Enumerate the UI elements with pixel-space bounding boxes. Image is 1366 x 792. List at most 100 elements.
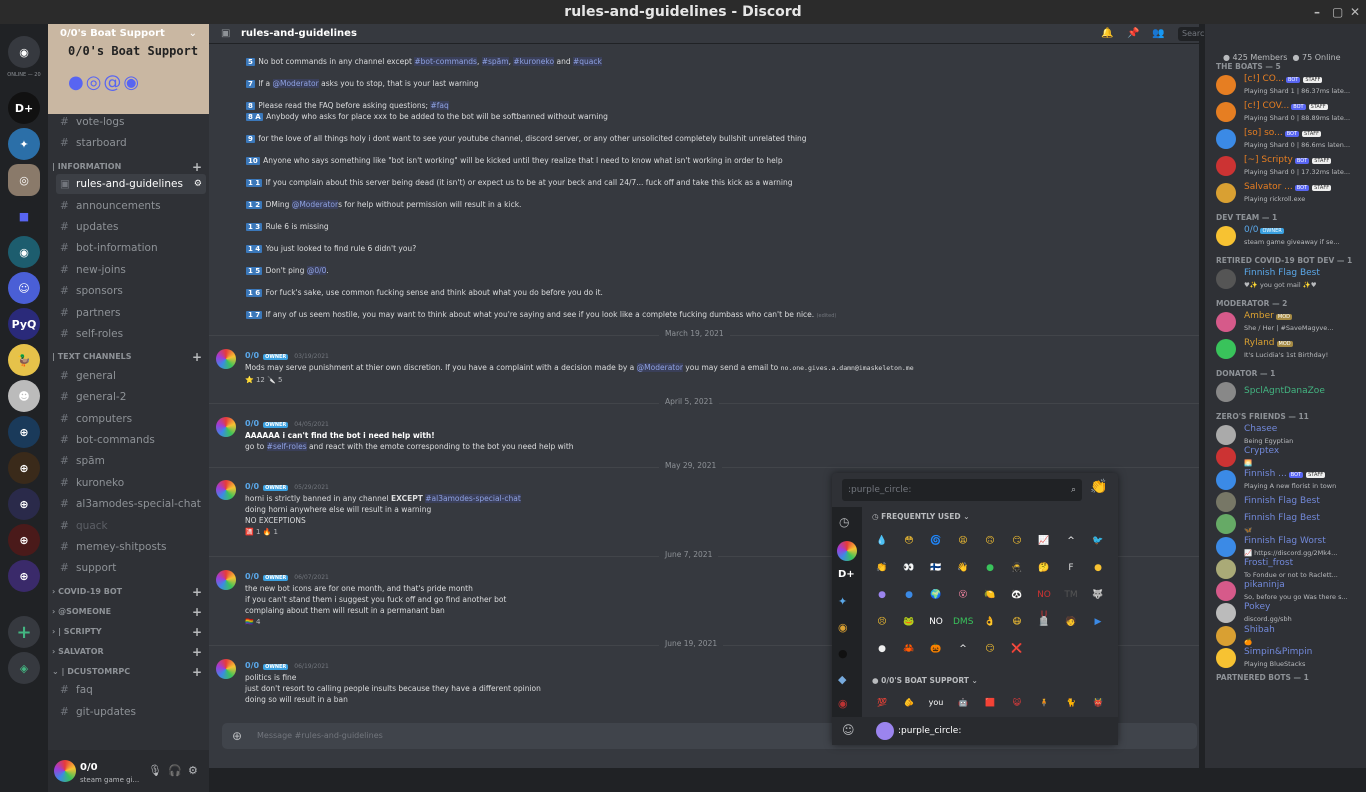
add-server-icon[interactable]: + <box>8 616 40 648</box>
server-emoji-icon-red[interactable]: ◉ <box>838 697 848 710</box>
emoji-button[interactable]: 🌀 <box>926 531 946 551</box>
server-icon-duck[interactable]: 🦆 <box>8 344 40 376</box>
server-icon-group-1[interactable]: ⊕ <box>8 416 40 448</box>
server-emoji-button[interactable]: 🤖 <box>953 693 973 713</box>
emoji-button[interactable]: 😣 <box>872 612 892 632</box>
add-attachment-icon[interactable]: ⊕ <box>232 723 242 749</box>
emoji-button[interactable]: 🌍 <box>926 585 946 605</box>
emoji-button[interactable]: ● <box>872 585 892 605</box>
member-item[interactable]: [~] Scripty BOT STAFF Playing Shard 0 | 17.… <box>1216 153 1364 179</box>
avatar[interactable] <box>216 570 236 590</box>
channel-general[interactable]: # general <box>56 366 206 386</box>
deafen-icon[interactable]: 🎧 <box>168 764 182 777</box>
server-emoji-icon-globe[interactable]: ✦ <box>838 595 847 608</box>
message-author[interactable]: 0/0 OWNER 05/29/2021 <box>245 482 329 491</box>
members-icon[interactable]: 👥 <box>1152 24 1164 44</box>
chevron-down-icon[interactable]: ⌄ <box>189 28 197 39</box>
maximize-icon[interactable]: ▢ <box>1332 0 1343 24</box>
channel-general-2[interactable]: # general-2 <box>56 387 206 407</box>
emoji-button[interactable]: ● <box>980 558 1000 578</box>
emoji-button[interactable]: ❌ <box>1007 639 1027 659</box>
member-item[interactable]: [c!] CO... BOT STAFF Playing Shard 1 | 86.3… <box>1216 72 1364 98</box>
emoji-button[interactable]: ^ <box>1061 531 1081 551</box>
channel-bot-commands[interactable]: # bot-commands <box>56 430 206 450</box>
emoji-button[interactable]: 🪦 <box>1034 612 1054 632</box>
avatar[interactable] <box>216 349 236 369</box>
message-author[interactable]: 0/0 OWNER 03/19/2021 <box>245 351 329 360</box>
emoji-button[interactable]: 🙃 <box>980 531 1000 551</box>
emoji-search-input[interactable]: :purple_circle: ⌕ <box>842 479 1082 501</box>
server-icon-group-5[interactable]: ⊕ <box>8 560 40 592</box>
category-someone[interactable]: › @SOMEONE + <box>52 605 202 619</box>
avatar[interactable] <box>216 480 236 500</box>
explore-icon[interactable]: ◈ <box>8 652 40 684</box>
emoji-button[interactable]: 📈 <box>1034 531 1054 551</box>
member-item[interactable]: Simpin&Pimpin Playing BlueStacks <box>1216 645 1364 671</box>
channel-spam[interactable]: # spām <box>56 451 206 471</box>
add-channel-icon[interactable]: + <box>192 605 202 619</box>
server-emoji-button[interactable]: you tried <box>926 693 946 727</box>
server-emoji-button[interactable]: 🐈 <box>1061 693 1081 713</box>
folder-icon[interactable]: ■ <box>8 200 40 232</box>
server-emoji-icon[interactable] <box>837 541 857 561</box>
server-emoji-header[interactable]: ● 0/0'S BOAT SUPPORT ⌄ <box>872 676 978 685</box>
settings-gear-icon[interactable]: ⚙ <box>194 174 202 194</box>
add-channel-icon[interactable]: + <box>192 160 202 174</box>
server-icon-group-2[interactable]: ⊕ <box>8 452 40 484</box>
server-icon-pyq[interactable]: PyQ <box>8 308 40 340</box>
channel-kuroneko[interactable]: # kuroneko <box>56 473 206 493</box>
frequently-used-header[interactable]: ◷ FREQUENTLY USED ⌄ <box>872 512 970 521</box>
clock-icon[interactable]: ◷ <box>839 515 849 529</box>
avatar[interactable] <box>216 417 236 437</box>
channel-new-joins[interactable]: # new-joins <box>56 260 206 280</box>
channel-vote-logs[interactable]: # vote-logs <box>56 112 206 132</box>
channel-rules-and-guidelines[interactable]: ▣ rules-and-guidelines ⚙ <box>56 174 206 194</box>
server-icon-boat-support[interactable]: ◎ <box>8 164 40 196</box>
emoji-button[interactable]: 💧 <box>872 531 892 551</box>
member-item[interactable]: Salvator ... BOT STAFF Playing rickroll.exe <box>1216 180 1364 206</box>
channel-faq[interactable]: # faq <box>56 680 206 700</box>
message-author[interactable]: 0/0 OWNER 04/05/2021 <box>245 419 329 428</box>
channel-computers[interactable]: # computers <box>56 409 206 429</box>
emoji-button[interactable]: 👏 <box>872 558 892 578</box>
reactions[interactable]: ⭐ 12 🔪 5 <box>245 376 282 384</box>
member-item[interactable]: 0/0 OWNER steam game giveaway if se... <box>1216 223 1364 249</box>
server-emoji-button[interactable]: 👹 <box>1088 693 1108 713</box>
emoji-button[interactable]: DMS <box>953 612 973 632</box>
server-emoji-button[interactable]: 😺 <box>1007 693 1027 713</box>
emoji-button[interactable]: 🤔 <box>1034 558 1054 578</box>
emoji-button[interactable]: TM <box>1061 585 1081 605</box>
message-author[interactable]: 0/0 OWNER 06/07/2021 <box>245 572 329 581</box>
server-emoji-button[interactable]: 💯 <box>872 693 892 713</box>
server-icon-anime[interactable]: ☺ <box>8 272 40 304</box>
minimize-icon[interactable]: – <box>1314 0 1320 24</box>
close-icon[interactable]: ✕ <box>1350 0 1360 24</box>
emoji-button[interactable]: ▶ <box>1088 612 1108 632</box>
server-emoji-button[interactable]: 🟥 <box>980 693 1000 713</box>
emoji-button[interactable]: 👋 <box>953 558 973 578</box>
emoji-button[interactable]: 👌 <box>980 612 1000 632</box>
server-icon-bot[interactable]: ◉ <box>8 236 40 268</box>
server-icon-group-3[interactable]: ⊕ <box>8 488 40 520</box>
emoji-button[interactable]: 🐼 <box>1007 585 1027 605</box>
emoji-button[interactable]: 😏 <box>1007 531 1027 551</box>
channel-bot-information[interactable]: # bot-information <box>56 238 206 258</box>
member-item[interactable]: [c!] COV... BOT STAFF Playing Shard 0 | 88.… <box>1216 99 1364 125</box>
server-emoji-icon-bot[interactable]: ◉ <box>838 621 848 634</box>
category-covid19-bot[interactable]: › COVID-19 BOT + <box>52 585 202 599</box>
category-salvator[interactable]: › SALVATOR + <box>52 645 202 659</box>
member-item[interactable]: SpclAgntDanaZoe <box>1216 379 1364 405</box>
server-emoji-icon-dplus[interactable]: D+ <box>838 569 855 580</box>
emoji-button[interactable]: 🎃 <box>926 639 946 659</box>
channel-announcements[interactable]: # announcements <box>56 196 206 216</box>
channel-starboard[interactable]: # starboard <box>56 133 206 153</box>
emoji-button[interactable]: 😳 <box>899 531 919 551</box>
emoji-button[interactable]: NO U <box>1034 585 1054 620</box>
emoji-button[interactable]: 🥷 <box>1007 558 1027 578</box>
emoji-button[interactable]: ^ <box>953 639 973 659</box>
server-icon-dplus[interactable]: D+ <box>8 92 40 124</box>
emoji-button[interactable]: 🍋 <box>980 585 1000 605</box>
channel-updates[interactable]: # updates <box>56 217 206 237</box>
emoji-button[interactable]: F <box>1061 558 1081 578</box>
add-channel-icon[interactable]: + <box>192 665 202 679</box>
